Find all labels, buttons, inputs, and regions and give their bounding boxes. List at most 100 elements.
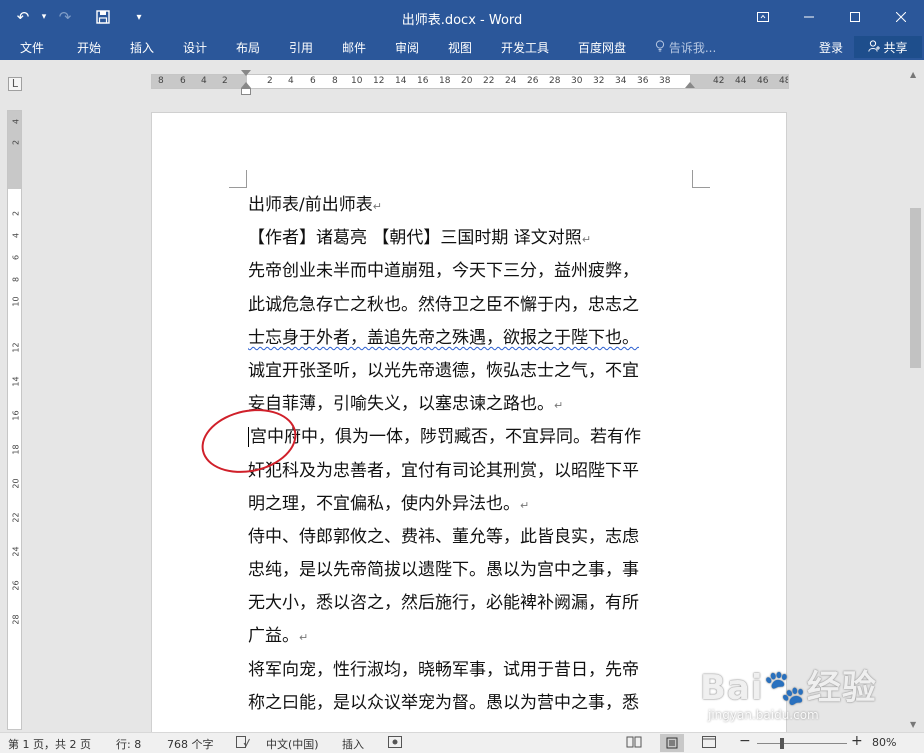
close-icon[interactable]: [878, 0, 924, 34]
tab-design[interactable]: 设计: [183, 39, 207, 56]
margin-crop-mark: [229, 170, 247, 188]
zoom-in-button[interactable]: +: [851, 733, 863, 749]
title-bar: ↶ ▾ ↷ ▾ 出师表.docx - Word: [0, 0, 924, 34]
ruler-number: 18: [11, 444, 21, 455]
ruler-number: 22: [11, 512, 21, 523]
ruler-number: 44: [735, 76, 747, 86]
ruler-number: 4: [11, 232, 21, 239]
login-link[interactable]: 登录: [819, 39, 843, 56]
tab-insert[interactable]: 插入: [130, 39, 154, 56]
tab-view[interactable]: 视图: [448, 39, 472, 56]
ruler-number: 4: [11, 118, 21, 125]
ruler-number: 24: [505, 76, 517, 86]
customize-qat-icon[interactable]: ▾: [124, 5, 154, 29]
left-margin-shade: [152, 75, 247, 88]
text-line: 广益。↵: [248, 626, 309, 647]
insert-mode[interactable]: 插入: [342, 736, 364, 752]
lightbulb-icon: [655, 40, 669, 55]
read-mode-icon[interactable]: [626, 736, 642, 751]
ruler-number: 24: [11, 546, 21, 557]
ruler-number: 2: [267, 76, 273, 86]
tab-references[interactable]: 引用: [289, 39, 313, 56]
text-line: 无大小，悉以咨之，然后施行，必能裨补阙漏，有所: [248, 593, 639, 614]
undo-icon[interactable]: ↶: [8, 5, 38, 29]
ruler-number: 20: [11, 478, 21, 489]
language-indicator[interactable]: 中文(中国): [266, 736, 319, 752]
redo-icon[interactable]: ↷: [50, 5, 80, 29]
ribbon-display-icon[interactable]: [740, 0, 786, 34]
line-number[interactable]: 行: 8: [116, 736, 141, 752]
ruler-number: 8: [11, 276, 21, 283]
tab-layout[interactable]: 布局: [236, 39, 260, 56]
zoom-level[interactable]: 80%: [872, 736, 896, 749]
vertical-ruler[interactable]: 4 2 2 4 6 8 10 12 14 16 18 20 22 24 26 2…: [7, 110, 22, 730]
ruler-number: 8: [332, 76, 338, 86]
ruler-number: 10: [11, 296, 21, 307]
document-page[interactable]: 出师表/前出师表↵ 【作者】诸葛亮 【朝代】三国时期 译文对照↵ 先帝创业未半而…: [151, 112, 787, 742]
ruler-number: 32: [593, 76, 605, 86]
tab-file[interactable]: 文件: [20, 39, 44, 56]
maximize-icon[interactable]: [832, 0, 878, 34]
undo-dropdown-icon[interactable]: ▾: [38, 5, 50, 29]
text-line: 此诚危急存亡之秋也。然侍卫之臣不懈于内，忠志之: [248, 294, 639, 315]
ruler-number: 36: [637, 76, 649, 86]
text-line: 称之曰能，是以众议举宠为督。愚以为营中之事，悉: [248, 692, 639, 713]
ruler-number: 2: [11, 210, 21, 217]
page-count[interactable]: 第 1 页，共 2 页: [8, 736, 91, 752]
tab-review[interactable]: 审阅: [395, 39, 419, 56]
ruler-number: 16: [417, 76, 429, 86]
tab-developer[interactable]: 开发工具: [501, 39, 549, 56]
tab-home[interactable]: 开始: [77, 39, 101, 56]
ruler-number: 26: [527, 76, 539, 86]
text-line: 妄自菲薄，引喻失义，以塞忠谏之路也。↵: [248, 394, 564, 415]
baidu-jingyan-watermark: Bai🐾经验 jingyan.baidu.com: [700, 648, 890, 728]
quick-access-toolbar: ↶ ▾ ↷ ▾: [8, 5, 154, 29]
ruler-number: 2: [11, 139, 21, 146]
ruler-number: 26: [11, 580, 21, 591]
minimize-icon[interactable]: [786, 0, 832, 34]
status-bar: 第 1 页，共 2 页 行: 8 768 个字 中文(中国) 插入 − + 80…: [0, 732, 924, 753]
ruler-number: 10: [351, 76, 363, 86]
proofing-icon[interactable]: [236, 736, 250, 751]
ruler-number: 6: [310, 76, 316, 86]
ruler-number: 6: [11, 254, 21, 261]
print-layout-icon[interactable]: [660, 734, 684, 752]
left-indent-marker[interactable]: [241, 88, 251, 95]
ruler-number: 20: [461, 76, 473, 86]
scroll-up-icon[interactable]: ▲: [910, 70, 916, 79]
tab-mailings[interactable]: 邮件: [342, 39, 366, 56]
ruler-number: 14: [11, 376, 21, 387]
ruler-number: 8: [158, 76, 164, 86]
vertical-scrollbar[interactable]: ▲ ▼: [907, 68, 924, 732]
tab-selector[interactable]: L: [8, 77, 22, 91]
share-button[interactable]: 共享: [854, 36, 922, 58]
macro-record-icon[interactable]: [388, 736, 402, 751]
ruler-number: 18: [439, 76, 451, 86]
text-line: 士忘身于外者，盖追先帝之殊遇，欲报之于陛下也。: [248, 327, 639, 348]
web-layout-icon[interactable]: [702, 736, 716, 751]
scroll-down-icon[interactable]: ▼: [910, 720, 916, 729]
tell-me-box[interactable]: 告诉我...: [655, 39, 716, 56]
first-line-indent-marker[interactable]: [241, 70, 251, 76]
right-indent-marker[interactable]: [685, 82, 695, 88]
paragraph-mark: ↵: [520, 498, 530, 512]
window-controls: [740, 0, 924, 34]
document-body[interactable]: 出师表/前出师表↵ 【作者】诸葛亮 【朝代】三国时期 译文对照↵ 先帝创业未半而…: [248, 189, 698, 720]
ruler-number: 4: [288, 76, 294, 86]
ruler-number: 30: [571, 76, 583, 86]
ruler-area: L 8 6 4 2 2 4 6 8 10 12 14 16 18 20 22 2…: [0, 60, 924, 110]
paragraph-mark: ↵: [581, 233, 592, 247]
text-line: 明之理，不宜偏私，使内外异法也。↵: [248, 493, 530, 514]
tab-baidu-netdisk[interactable]: 百度网盘: [578, 39, 626, 56]
ruler-number: 6: [180, 76, 186, 86]
ruler-number: 38: [659, 76, 671, 86]
zoom-slider-thumb[interactable]: [780, 738, 784, 749]
paragraph-mark: ↵: [372, 200, 382, 213]
save-icon[interactable]: [88, 5, 118, 29]
text-line: 出师表/前出师表↵: [248, 195, 382, 215]
word-count[interactable]: 768 个字: [167, 736, 214, 752]
zoom-out-button[interactable]: −: [739, 733, 751, 749]
scroll-thumb[interactable]: [910, 208, 921, 368]
margin-crop-mark: [692, 170, 710, 188]
zoom-slider-track[interactable]: [757, 743, 847, 744]
